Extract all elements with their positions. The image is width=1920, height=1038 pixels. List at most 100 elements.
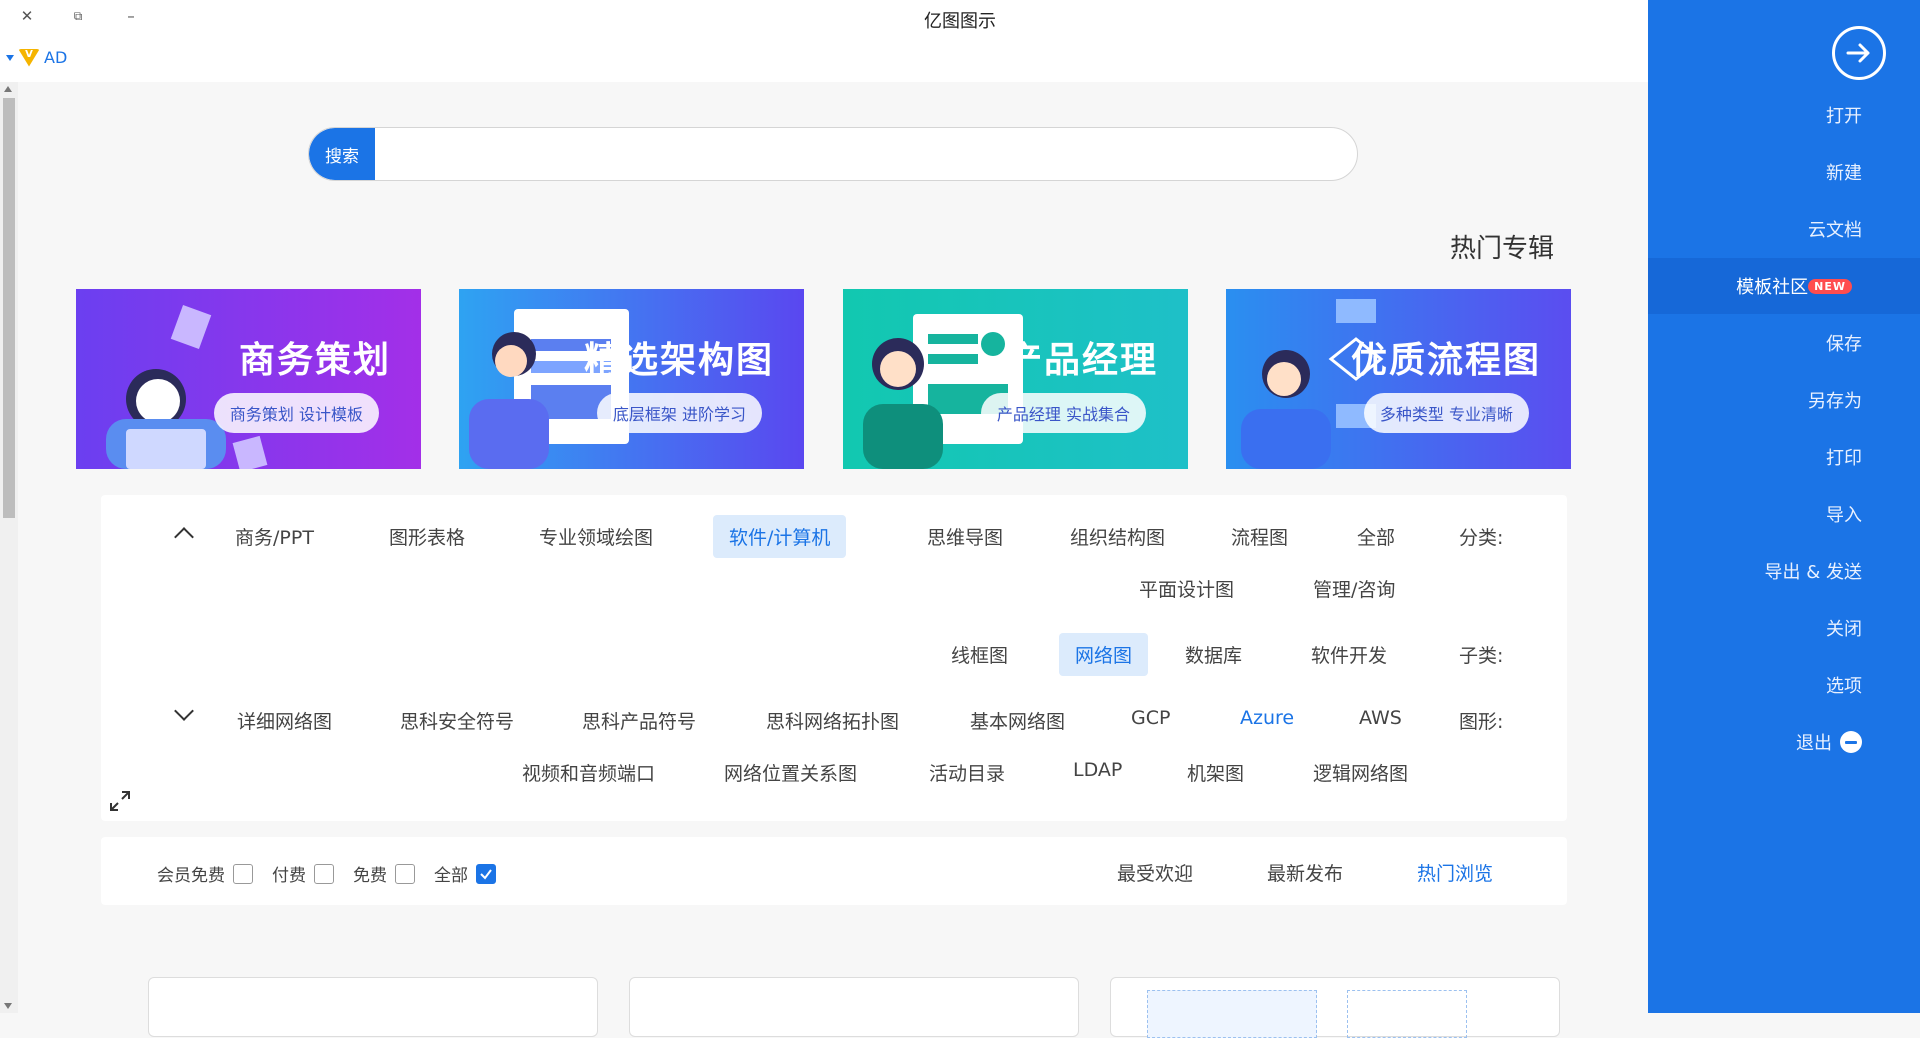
banner-business-plan[interactable]: 商务策划 商务策划 设计模板 (76, 289, 421, 469)
category-graphic-design[interactable]: 平面设计图 (1123, 567, 1250, 610)
vertical-scrollbar[interactable] (0, 82, 18, 1013)
restore-window-button[interactable]: ⧉ (68, 6, 88, 26)
sort-most-popular[interactable]: 最受欢迎 (1117, 859, 1193, 886)
category-management[interactable]: 管理/咨询 (1297, 567, 1411, 610)
subcategory-wireframe[interactable]: 线框图 (935, 633, 1024, 676)
scroll-thumb[interactable] (3, 98, 15, 518)
caret-down-icon (6, 54, 14, 61)
category-table[interactable]: 图形表格 (373, 515, 481, 558)
category-org-chart[interactable]: 组织结构图 (1054, 515, 1181, 558)
checkbox-icon[interactable] (395, 863, 415, 884)
shape-ldap[interactable]: LDAP (1057, 751, 1138, 789)
minimize-window-button[interactable]: – (121, 6, 141, 26)
person-face-shape (880, 351, 916, 387)
board-line-shape-2 (928, 354, 978, 364)
shape-logical-network[interactable]: 逻辑网络图 (1297, 751, 1424, 794)
window-title: 亿图图示 (924, 11, 996, 32)
shape-detailed-network[interactable]: 详细网络图 (221, 699, 348, 742)
shape-basic-network[interactable]: 基本网络图 (954, 699, 1081, 742)
menu-close[interactable]: 关闭 (1648, 600, 1920, 656)
banner-flowchart[interactable]: 优质流程图 多种类型 专业清晰 (1226, 289, 1571, 469)
shape-network-location[interactable]: 网络位置关系图 (708, 751, 873, 794)
checkmark-icon (480, 868, 492, 880)
search-bar: 搜索 (308, 127, 1358, 181)
vip-ad-button[interactable]: V AD (6, 48, 67, 67)
file-menu-sidebar: 打开 新建 云文档 NEW 模板社区 保存 另存为 打印 导入 导出 & 发送 … (1648, 0, 1920, 1013)
category-all[interactable]: 全部 (1341, 515, 1411, 558)
category-professional[interactable]: 专业领域绘图 (523, 515, 669, 558)
menu-cloud-docs[interactable]: 云文档 (1648, 201, 1920, 257)
banner-title: 产品经理 (1005, 340, 1158, 381)
banner-subtitle: 底层框架 进阶学习 (596, 393, 762, 433)
close-window-button[interactable]: ✕ (17, 6, 37, 26)
shape-azure[interactable]: Azure (1224, 699, 1310, 737)
shape-active-directory[interactable]: 活动目录 (913, 751, 1021, 794)
shape-cisco-security[interactable]: 思科安全符号 (384, 699, 530, 742)
menu-options[interactable]: 选项 (1648, 657, 1920, 713)
paper-shape-2 (232, 435, 268, 469)
collapse-chevron-icon[interactable] (174, 527, 194, 547)
search-button[interactable]: 搜索 (309, 128, 375, 180)
subcategory-software-dev[interactable]: 软件开发 (1295, 633, 1403, 676)
close-icon: ✕ (20, 7, 34, 25)
menu-import[interactable]: 导入 (1648, 486, 1920, 542)
checkbox-icon[interactable] (314, 863, 334, 884)
scroll-down-icon[interactable] (4, 1003, 12, 1009)
shape-cisco-product[interactable]: 思科产品符号 (566, 699, 712, 742)
shape-aws[interactable]: AWS (1343, 699, 1418, 737)
banner-subtitle: 多种类型 专业清晰 (1363, 393, 1529, 433)
filter-member-free-checkbox[interactable]: 会员免费 (157, 861, 253, 886)
check-label: 会员免费 (157, 866, 225, 886)
shape-av-ports[interactable]: 视频和音频端口 (506, 751, 671, 794)
menu-save-as[interactable]: 另存为 (1648, 372, 1920, 428)
scroll-up-icon[interactable] (4, 86, 12, 92)
category-label: 分类: (1459, 527, 1504, 549)
restore-icon: ⧉ (73, 8, 83, 23)
filter-all-checkbox[interactable]: 全部 (434, 861, 496, 886)
laptop-shape (126, 429, 206, 469)
filter-free-checkbox[interactable]: 免费 (353, 861, 415, 886)
filter-panel: 分类: 全部 流程图 组织结构图 思维导图 软件/计算机 专业领域绘图 图形表格… (101, 495, 1567, 821)
checkbox-icon[interactable] (233, 863, 253, 884)
banner-architecture[interactable]: 精选架构图 底层框架 进阶学习 (459, 289, 804, 469)
person-face-shape (136, 379, 180, 423)
menu-export-send[interactable]: 导出 & 发送 (1648, 543, 1920, 599)
ad-bar: V AD (0, 40, 1648, 82)
template-card[interactable] (148, 977, 598, 1037)
menu-exit[interactable]: 退出 (1648, 714, 1920, 770)
menu-save[interactable]: 保存 (1648, 315, 1920, 371)
menu-template-community[interactable]: NEW 模板社区 (1648, 258, 1920, 314)
category-software[interactable]: 软件/计算机 (713, 515, 847, 558)
checkbox-checked-icon[interactable] (476, 863, 496, 884)
category-business-ppt[interactable]: 商务/PPT (219, 515, 330, 558)
banner-subtitle: 产品经理 实战集合 (980, 393, 1146, 433)
banner-product-manager[interactable]: 产品经理 产品经理 实战集合 (843, 289, 1188, 469)
template-thumbnail (1147, 990, 1317, 1038)
fullscreen-expand-icon[interactable] (108, 789, 132, 813)
search-input[interactable] (379, 128, 1349, 180)
shape-cisco-topology[interactable]: 思科网络拓扑图 (750, 699, 915, 742)
category-flowchart[interactable]: 流程图 (1215, 515, 1304, 558)
banner-title: 精选架构图 (583, 340, 774, 381)
shape-gcp[interactable]: GCP (1115, 699, 1186, 737)
banner-title: 商务策划 (238, 340, 391, 381)
template-card[interactable] (1110, 977, 1560, 1038)
back-button[interactable] (1832, 26, 1886, 80)
shape-rack[interactable]: 机架图 (1171, 751, 1260, 794)
subcategory-label: 子类: (1459, 645, 1504, 667)
template-card[interactable] (629, 977, 1079, 1037)
menu-print[interactable]: 打印 (1648, 429, 1920, 485)
sort-bar: 热门浏览 最新发布 最受欢迎 全部 免费 付费 会员免费 (101, 837, 1567, 905)
subcategory-database[interactable]: 数据库 (1169, 633, 1258, 676)
menu-open[interactable]: 打开 (1648, 87, 1920, 143)
filter-paid-checkbox[interactable]: 付费 (272, 861, 334, 886)
subcategory-network[interactable]: 网络图 (1059, 633, 1149, 676)
sort-latest[interactable]: 最新发布 (1267, 859, 1343, 886)
menu-new[interactable]: 新建 (1648, 144, 1920, 200)
sort-hot-views[interactable]: 热门浏览 (1417, 859, 1493, 886)
expand-chevron-icon[interactable] (174, 701, 194, 721)
category-mind-map[interactable]: 思维导图 (911, 515, 1019, 558)
banner-subtitle: 商务策划 设计模板 (213, 393, 379, 433)
shape-label: 图形: (1459, 711, 1504, 733)
ad-label: AD (44, 48, 68, 67)
